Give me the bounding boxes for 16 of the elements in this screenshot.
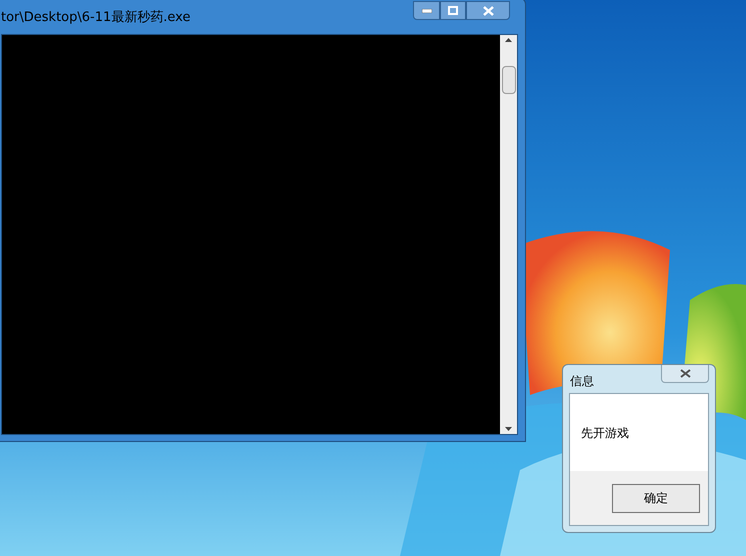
- scroll-up-icon[interactable]: [505, 38, 512, 42]
- scroll-thumb[interactable]: [502, 66, 516, 94]
- close-button[interactable]: [661, 365, 709, 383]
- scroll-down-icon[interactable]: [505, 427, 512, 431]
- ok-button[interactable]: 确定: [612, 484, 700, 512]
- maximize-button[interactable]: [440, 1, 466, 20]
- maximize-icon: [448, 6, 458, 15]
- close-button[interactable]: [466, 1, 510, 20]
- close-icon: [680, 369, 690, 378]
- dialog-message: 先开游戏: [581, 424, 629, 442]
- dialog-title: 信息: [570, 373, 594, 390]
- scrollbar[interactable]: [500, 35, 517, 434]
- minimize-button[interactable]: [413, 1, 440, 20]
- minimize-icon: [422, 8, 432, 12]
- window-title: tor\Desktop\6-11最新秒药.exe: [1, 11, 190, 24]
- close-icon: [482, 6, 494, 16]
